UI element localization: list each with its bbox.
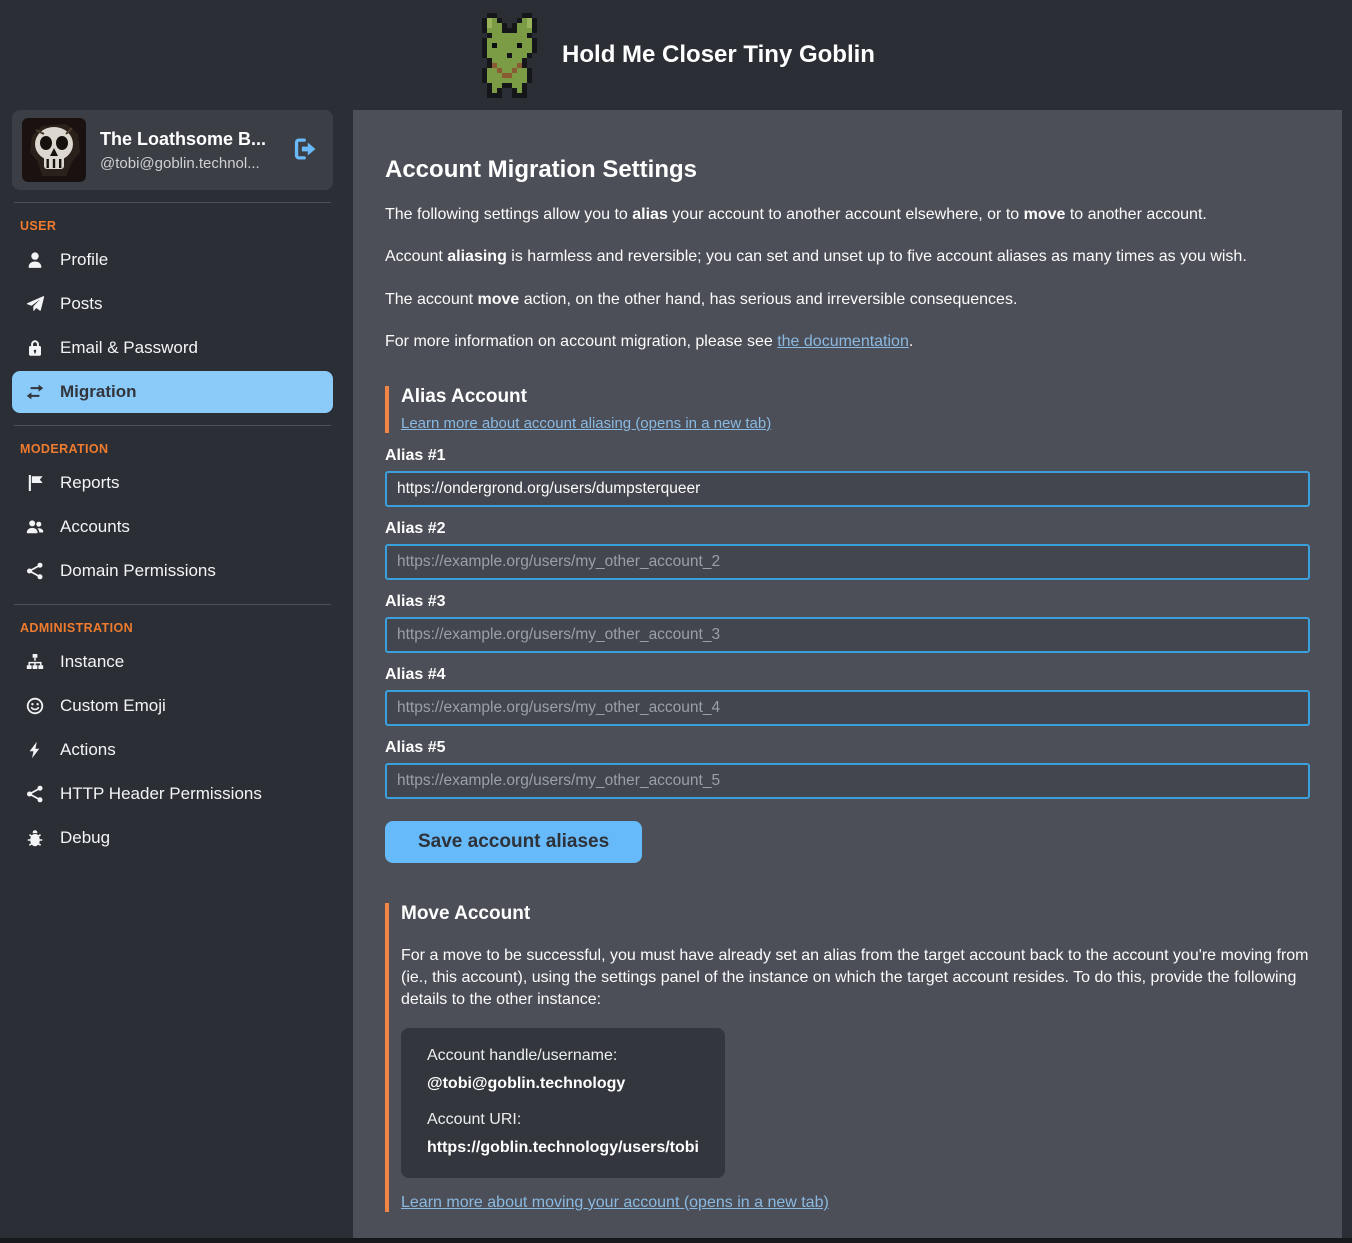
- alias-3-label: Alias #3: [385, 593, 1310, 611]
- move-section-paragraph: For a move to be successful, you must ha…: [401, 945, 1310, 1012]
- alias-section-header: Alias Account Learn more about account a…: [385, 386, 1310, 433]
- sidebar-item-debug[interactable]: Debug: [12, 817, 333, 859]
- alias-field: Alias #2: [385, 520, 1310, 580]
- account-uri-value: https://goblin.technology/users/tobi: [427, 1139, 699, 1157]
- sidebar: The Loathsome B... @tobi@goblin.technol.…: [0, 110, 345, 861]
- sidebar-item-accounts[interactable]: Accounts: [12, 506, 333, 548]
- alias-5-input[interactable]: [385, 763, 1310, 799]
- main-panel: Account Migration Settings The following…: [353, 110, 1342, 1238]
- window-bottom-edge: [0, 1238, 1352, 1243]
- intro-paragraph: The following settings allow you to alia…: [385, 204, 1310, 226]
- account-handle-value: @tobi@goblin.technology: [427, 1075, 699, 1093]
- alias-4-input[interactable]: [385, 690, 1310, 726]
- flag-icon: [25, 474, 45, 492]
- sidebar-divider: [14, 425, 331, 426]
- sidebar-item-profile[interactable]: Profile: [12, 239, 333, 281]
- account-uri-label: Account URI:: [427, 1111, 699, 1129]
- paper-plane-icon: [25, 295, 45, 313]
- alias-field: Alias #5: [385, 739, 1310, 799]
- sidebar-item-label: Debug: [60, 828, 110, 848]
- alias-learn-more-link[interactable]: Learn more about account aliasing (opens…: [401, 415, 771, 432]
- sidebar-item-posts[interactable]: Posts: [12, 283, 333, 325]
- alias-field: Alias #1: [385, 447, 1310, 507]
- move-section: Move Account For a move to be successful…: [385, 903, 1310, 1212]
- user-info: The Loathsome B... @tobi@goblin.technol.…: [100, 129, 275, 172]
- goblin-logo-icon: [477, 13, 542, 98]
- bolt-icon: [25, 741, 45, 759]
- sidebar-item-label: Custom Emoji: [60, 696, 166, 716]
- sidebar-item-label: Accounts: [60, 517, 130, 537]
- sidebar-item-label: Reports: [60, 473, 120, 493]
- alias-field: Alias #4: [385, 666, 1310, 726]
- user-handle: @tobi@goblin.technol...: [100, 155, 275, 172]
- alias-field: Alias #3: [385, 593, 1310, 653]
- alias-1-label: Alias #1: [385, 447, 1310, 465]
- lock-icon: [25, 339, 45, 357]
- nav-section-label-user: USER: [20, 219, 325, 233]
- logout-button[interactable]: [289, 133, 323, 168]
- save-account-aliases-button[interactable]: Save account aliases: [385, 821, 642, 863]
- user-display-name: The Loathsome B...: [100, 129, 275, 150]
- intro-paragraph: The account move action, on the other ha…: [385, 289, 1310, 311]
- app-header: Hold Me Closer Tiny Goblin: [0, 0, 1352, 110]
- sidebar-item-label: HTTP Header Permissions: [60, 784, 262, 804]
- account-handle-label: Account handle/username:: [427, 1047, 699, 1065]
- sidebar-item-domain-permissions[interactable]: Domain Permissions: [12, 550, 333, 592]
- alias-3-input[interactable]: [385, 617, 1310, 653]
- intro-paragraph: For more information on account migratio…: [385, 331, 1310, 353]
- users-icon: [25, 518, 45, 536]
- account-details-box: Account handle/username: @tobi@goblin.te…: [401, 1028, 725, 1178]
- sidebar-item-label: Migration: [60, 382, 137, 402]
- move-section-title: Move Account: [401, 903, 1310, 925]
- smiley-icon: [25, 697, 45, 715]
- alias-section-title: Alias Account: [401, 386, 1310, 408]
- sidebar-item-custom-emoji[interactable]: Custom Emoji: [12, 685, 333, 727]
- bug-icon: [25, 829, 45, 847]
- page-title: Account Migration Settings: [385, 156, 1310, 184]
- sign-out-icon: [293, 137, 319, 161]
- sidebar-item-http-header-permissions[interactable]: HTTP Header Permissions: [12, 773, 333, 815]
- sidebar-item-label: Profile: [60, 250, 108, 270]
- sidebar-item-label: Instance: [60, 652, 124, 672]
- skull-avatar: [22, 118, 86, 182]
- sidebar-item-label: Email & Password: [60, 338, 198, 358]
- share-nodes-icon: [25, 785, 45, 803]
- sidebar-item-actions[interactable]: Actions: [12, 729, 333, 771]
- sidebar-item-reports[interactable]: Reports: [12, 462, 333, 504]
- sidebar-divider: [14, 604, 331, 605]
- alias-5-label: Alias #5: [385, 739, 1310, 757]
- alias-4-label: Alias #4: [385, 666, 1310, 684]
- alias-1-input[interactable]: [385, 471, 1310, 507]
- inline-link[interactable]: the documentation: [777, 333, 909, 350]
- sidebar-item-email-password[interactable]: Email & Password: [12, 327, 333, 369]
- alias-2-input[interactable]: [385, 544, 1310, 580]
- alias-2-label: Alias #2: [385, 520, 1310, 538]
- transfer-arrows-icon: [25, 383, 45, 401]
- sidebar-item-migration[interactable]: Migration: [12, 371, 333, 413]
- sidebar-item-label: Actions: [60, 740, 116, 760]
- sidebar-item-label: Posts: [60, 294, 103, 314]
- move-learn-more-link[interactable]: Learn more about moving your account (op…: [401, 1194, 829, 1212]
- sitemap-icon: [25, 653, 45, 671]
- intro-paragraph: Account aliasing is harmless and reversi…: [385, 246, 1310, 268]
- sidebar-item-instance[interactable]: Instance: [12, 641, 333, 683]
- app-title: Hold Me Closer Tiny Goblin: [562, 41, 875, 69]
- user-icon: [25, 251, 45, 269]
- sidebar-divider: [14, 202, 331, 203]
- user-card: The Loathsome B... @tobi@goblin.technol.…: [12, 110, 333, 190]
- nav-section-label-moderation: MODERATION: [20, 442, 325, 456]
- sidebar-item-label: Domain Permissions: [60, 561, 216, 581]
- alias-fields: Alias #1 Alias #2 Alias #3 Alias #4 Alia…: [385, 447, 1310, 799]
- nav-section-label-administration: ADMINISTRATION: [20, 621, 325, 635]
- share-nodes-icon: [25, 562, 45, 580]
